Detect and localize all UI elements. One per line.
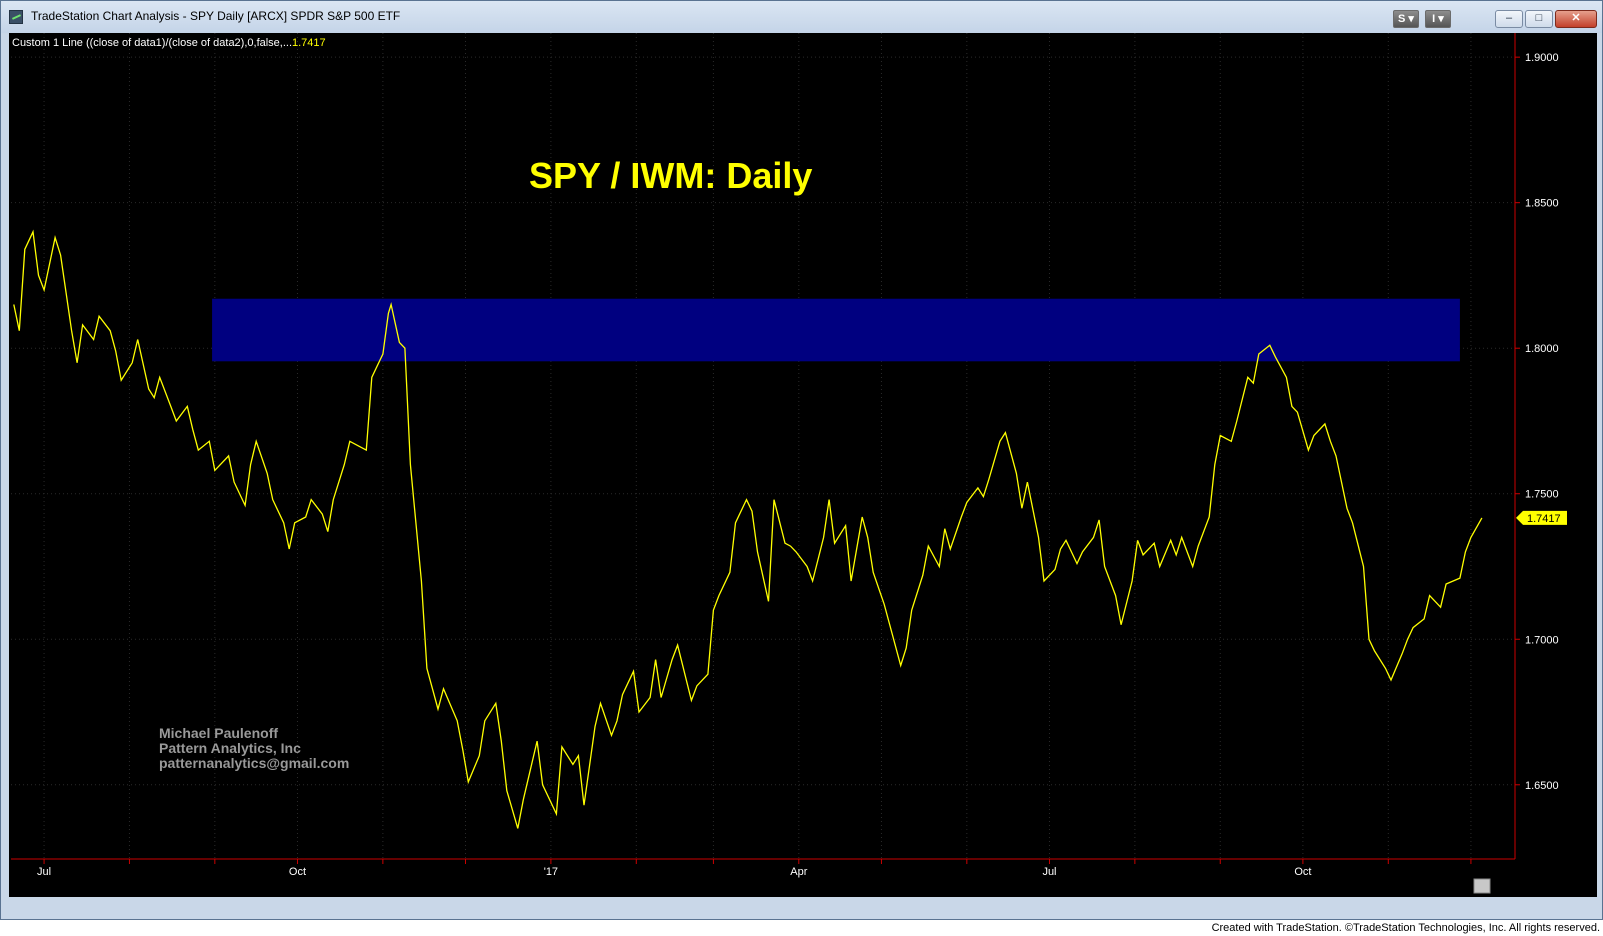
interval-link-label: I [1432, 13, 1436, 25]
y-tick-label: 1.7000 [1525, 634, 1559, 646]
spy-iwm-chart: Custom 1 Line ((close of data1)/(close o… [9, 33, 1597, 897]
scroll-thumb[interactable] [1473, 878, 1491, 894]
close-button[interactable]: ✕ [1555, 10, 1597, 28]
x-tick-label: Apr [790, 866, 807, 878]
x-tick-label: Oct [289, 866, 306, 878]
maximize-button[interactable]: □ [1525, 10, 1553, 28]
interval-link-button[interactable]: I ▾ [1425, 10, 1451, 28]
y-tick-label: 1.8500 [1525, 198, 1559, 210]
minimize-button[interactable]: – [1495, 10, 1523, 28]
copyright-footer: Created with TradeStation. ©TradeStation… [1211, 922, 1600, 934]
y-tick-label: 1.9000 [1525, 52, 1559, 64]
chart-app-icon [9, 10, 23, 24]
x-tick-label: Oct [1294, 866, 1311, 878]
symbol-link-label: S [1398, 13, 1406, 25]
last-value-label: 1.7417 [1527, 513, 1561, 525]
watermark-email: patternanalytics@gmail.com [159, 755, 349, 771]
y-tick-label: 1.6500 [1525, 780, 1559, 792]
symbol-link-button[interactable]: S ▾ [1393, 10, 1419, 28]
x-tick-label: Jul [37, 866, 51, 878]
chart-window: TradeStation Chart Analysis - SPY Daily … [0, 0, 1603, 920]
watermark-company: Pattern Analytics, Inc [159, 740, 301, 756]
title-bar[interactable]: TradeStation Chart Analysis - SPY Daily … [1, 1, 1602, 33]
indicator-label: Custom 1 Line ((close of data1)/(close o… [12, 37, 292, 49]
indicator-value: 1.7417 [292, 37, 326, 49]
plot-area[interactable]: Custom 1 Line ((close of data1)/(close o… [9, 33, 1597, 897]
y-tick-label: 1.8000 [1525, 343, 1559, 355]
x-tick-label: '17 [544, 866, 558, 878]
window-title: TradeStation Chart Analysis - SPY Daily … [31, 9, 401, 23]
x-tick-label: Jul [1042, 866, 1056, 878]
watermark-name: Michael Paulenoff [159, 725, 278, 741]
last-value-marker: 1.7417 [1516, 510, 1567, 525]
chart-title: SPY / IWM: Daily [529, 155, 812, 196]
y-tick-label: 1.7500 [1525, 489, 1559, 501]
